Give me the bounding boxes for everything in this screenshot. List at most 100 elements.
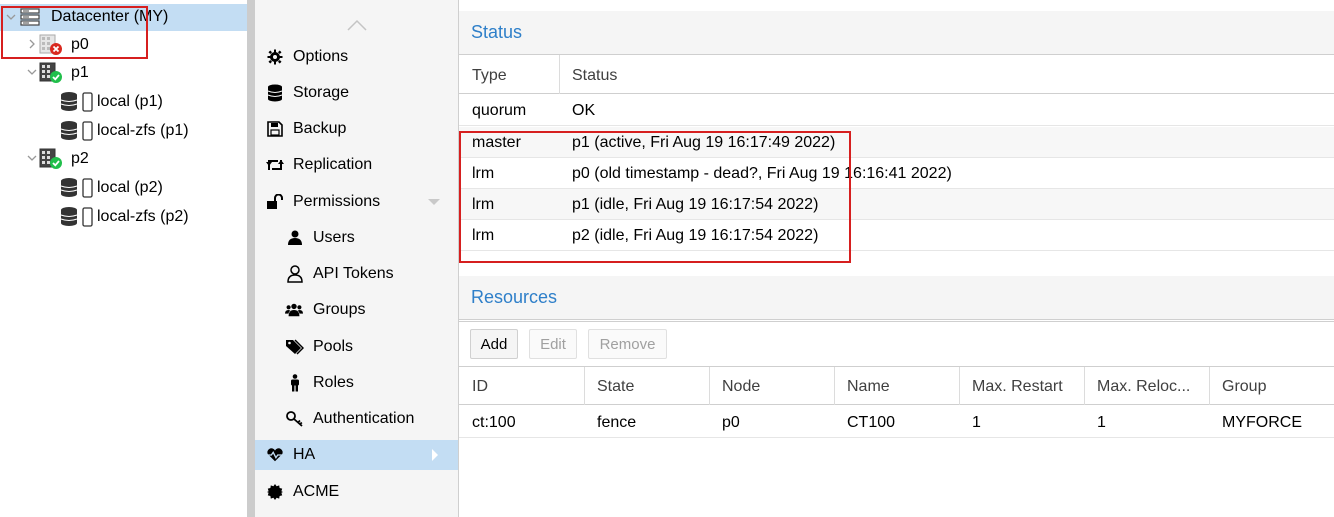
- column-separator: [709, 367, 710, 405]
- ha-content: Status Type Status quorum OK master p1 (…: [459, 0, 1334, 517]
- database-icon: [266, 84, 284, 102]
- node-online-icon: [39, 148, 63, 175]
- column-header-id[interactable]: ID: [472, 378, 488, 396]
- male-icon: [286, 374, 304, 392]
- node-online-icon: [39, 62, 63, 89]
- menu-item-label: Backup: [293, 120, 347, 137]
- menu-item-label: Pools: [313, 338, 354, 355]
- config-menu: Options Storage Backup Replication Permi…: [255, 0, 458, 517]
- column-header-max-restart[interactable]: Max. Restart: [972, 378, 1063, 396]
- menu-item-label: ACME: [293, 483, 340, 500]
- user-outline-icon: [286, 265, 304, 283]
- cell-status: OK: [572, 102, 596, 119]
- chevron-down-icon[interactable]: [27, 67, 37, 77]
- tree-item-label: local-zfs (p1): [97, 122, 189, 139]
- menu-item-label: Authentication: [313, 410, 415, 427]
- column-separator: [584, 367, 585, 405]
- menu-item-api-tokens[interactable]: API Tokens: [255, 259, 458, 289]
- menu-item-pools[interactable]: Pools: [255, 332, 458, 362]
- column-header-type[interactable]: Type: [472, 67, 507, 85]
- tree-item-label: p1: [71, 64, 89, 81]
- menu-item-options[interactable]: Options: [255, 42, 458, 72]
- resource-tree: Datacenter (MY) p0 p1 local (p1) local-z…: [0, 0, 247, 517]
- panel-splitter[interactable]: [247, 0, 255, 517]
- chevron-down-icon[interactable]: [27, 153, 37, 163]
- chevron-right-icon: [432, 449, 438, 461]
- menu-item-label: Groups: [313, 301, 366, 318]
- menu-item-label: HA: [293, 446, 316, 463]
- menu-item-groups[interactable]: Groups: [255, 295, 458, 325]
- tree-item-label: p2: [71, 150, 89, 167]
- annotation-box: [459, 131, 851, 263]
- gear-icon: [266, 48, 284, 66]
- panel-title: Status: [471, 22, 523, 42]
- floppy-disk-icon: [266, 120, 284, 138]
- tree-item-storage[interactable]: local (p1): [0, 88, 247, 115]
- column-header-name[interactable]: Name: [847, 378, 890, 396]
- user-icon: [286, 229, 304, 247]
- cell-name: CT100: [847, 414, 896, 431]
- resources-table-header: ID State Node Name Max. Restart Max. Rel…: [459, 367, 1334, 405]
- cell-max-relocate: 1: [1097, 414, 1106, 431]
- menu-item-label: Permissions: [293, 193, 381, 210]
- column-header-state[interactable]: State: [597, 378, 634, 396]
- column-header-max-relocate[interactable]: Max. Reloc...: [1097, 378, 1190, 396]
- menu-item-label: API Tokens: [313, 265, 394, 282]
- panel-title: Resources: [471, 287, 558, 307]
- users-icon: [285, 301, 303, 319]
- tree-item-storage[interactable]: local (p2): [0, 174, 247, 201]
- scroll-up-icon[interactable]: [347, 18, 367, 34]
- key-icon: [286, 410, 304, 428]
- menu-item-users[interactable]: Users: [255, 223, 458, 253]
- tree-item-storage[interactable]: local-zfs (p2): [0, 203, 247, 230]
- tree-item-label: local-zfs (p2): [97, 208, 189, 225]
- status-panel-header: Status: [459, 11, 1334, 55]
- column-header-node[interactable]: Node: [722, 378, 760, 396]
- cell-group: MYFORCE: [1222, 414, 1302, 431]
- add-button[interactable]: Add: [470, 329, 518, 359]
- menu-item-ha[interactable]: HA: [255, 440, 458, 470]
- certificate-icon: [266, 483, 284, 501]
- table-row[interactable]: quorum OK: [459, 95, 1334, 126]
- cell-id: ct:100: [472, 414, 516, 431]
- storage-icon: [60, 177, 96, 204]
- cell-type: quorum: [472, 102, 527, 119]
- tree-item-node-p1[interactable]: p1: [0, 59, 247, 86]
- column-header-group[interactable]: Group: [1222, 378, 1266, 396]
- column-separator: [559, 55, 560, 94]
- retweet-icon: [266, 156, 284, 174]
- tree-item-storage[interactable]: local-zfs (p1): [0, 117, 247, 144]
- menu-item-replication[interactable]: Replication: [255, 150, 458, 180]
- menu-item-acme[interactable]: ACME: [255, 477, 458, 507]
- menu-item-label: Storage: [293, 84, 350, 101]
- menu-item-backup[interactable]: Backup: [255, 114, 458, 144]
- menu-item-label: Options: [293, 48, 349, 65]
- column-separator: [834, 367, 835, 405]
- table-row[interactable]: ct:100 fence p0 CT100 1 1 MYFORCE: [459, 406, 1334, 438]
- menu-item-label: Users: [313, 229, 355, 246]
- menu-item-authentication[interactable]: Authentication: [255, 404, 458, 434]
- remove-button[interactable]: Remove: [588, 329, 667, 359]
- storage-icon: [60, 91, 96, 118]
- chevron-down-icon[interactable]: [428, 199, 440, 205]
- heartbeat-icon: [266, 446, 284, 464]
- cell-node: p0: [722, 414, 740, 431]
- column-separator: [1084, 367, 1085, 405]
- status-table-header: Type Status: [459, 55, 1334, 94]
- cell-max-restart: 1: [972, 414, 981, 431]
- menu-item-label: Roles: [313, 374, 354, 391]
- column-separator: [1209, 367, 1210, 405]
- edit-button[interactable]: Edit: [529, 329, 577, 359]
- tree-item-label: local (p2): [97, 179, 163, 196]
- unlock-icon: [266, 193, 284, 211]
- storage-icon: [60, 120, 96, 147]
- menu-item-roles[interactable]: Roles: [255, 368, 458, 398]
- column-header-status[interactable]: Status: [572, 67, 617, 85]
- menu-item-permissions[interactable]: Permissions: [255, 187, 458, 217]
- menu-item-storage[interactable]: Storage: [255, 78, 458, 108]
- tree-item-node-p2[interactable]: p2: [0, 145, 247, 172]
- cell-state: fence: [597, 414, 637, 431]
- storage-icon: [60, 206, 96, 233]
- resources-panel-header: Resources: [459, 276, 1334, 320]
- tags-icon: [286, 338, 304, 356]
